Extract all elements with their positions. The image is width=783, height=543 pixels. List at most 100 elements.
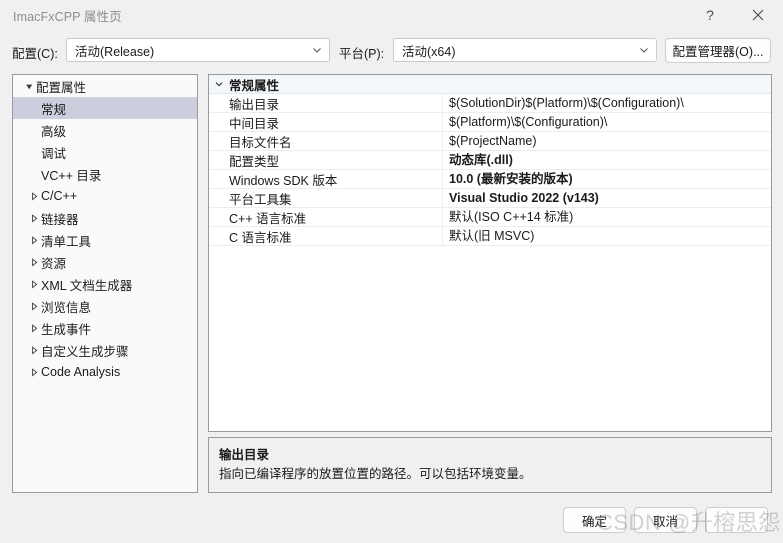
tree-item-label: 链接器 <box>41 212 79 227</box>
help-button[interactable]: ? <box>689 0 731 30</box>
tree-item-label: 调试 <box>41 146 67 161</box>
twisty-collapsed-icon <box>31 301 37 311</box>
tree-item[interactable]: Code Analysis <box>13 361 197 383</box>
property-group-header[interactable]: 常规属性 <box>209 75 771 94</box>
twisty-collapsed[interactable] <box>27 213 41 223</box>
twisty-collapsed[interactable] <box>27 257 41 267</box>
configuration-manager-button[interactable]: 配置管理器(O)... <box>665 38 771 63</box>
description-body: 指向已编译程序的放置位置的路径。可以包括环境变量。 <box>219 467 532 481</box>
twisty-expanded[interactable] <box>22 82 36 91</box>
tree-item[interactable]: 自定义生成步骤 <box>13 339 197 361</box>
description-pane: 输出目录 指向已编译程序的放置位置的路径。可以包括环境变量。 <box>208 437 772 493</box>
property-name: C 语言标准 <box>229 230 292 245</box>
tree-item[interactable]: 清单工具 <box>13 229 197 251</box>
title-bar: ImacFxCPP 属性页 <box>0 0 783 30</box>
property-name: C++ 语言标准 <box>229 211 307 226</box>
twisty-collapsed[interactable] <box>27 323 41 333</box>
property-row[interactable]: 平台工具集 Visual Studio 2022 (v143) <box>209 188 771 208</box>
cancel-button[interactable]: 取消 <box>634 507 697 533</box>
twisty-collapsed-icon <box>31 345 37 355</box>
tree-item-label: Code Analysis <box>41 365 121 379</box>
property-name: 平台工具集 <box>229 192 292 207</box>
ok-button[interactable]: 确定 <box>563 507 626 533</box>
property-row[interactable]: C 语言标准 默认(旧 MSVC) <box>209 226 771 246</box>
tree-item[interactable]: 高级 <box>13 119 197 141</box>
property-name: 输出目录 <box>229 97 280 112</box>
twisty-collapsed-icon <box>31 257 37 267</box>
tree-item[interactable]: 常规 <box>13 97 197 119</box>
property-grid[interactable]: 常规属性输出目录 $(SolutionDir)$(Platform)\$(Conf… <box>208 74 772 432</box>
close-button[interactable] <box>737 0 779 30</box>
twisty-expanded-icon <box>25 84 32 89</box>
tree-item-label: 配置属性 <box>36 80 87 95</box>
tree-item-label: C/C++ <box>41 189 78 203</box>
tree-item[interactable]: VC++ 目录 <box>13 163 197 185</box>
property-name: 配置类型 <box>229 154 280 169</box>
property-row[interactable]: Windows SDK 版本 10.0 (最新安装的版本) <box>209 169 771 189</box>
page-title: ImacFxCPP 属性页 <box>13 9 122 24</box>
tree-item[interactable]: XML 文档生成器 <box>13 273 197 295</box>
property-name: 目标文件名 <box>229 135 292 150</box>
tree-item[interactable]: 浏览信息 <box>13 295 197 317</box>
twisty-collapsed-icon <box>31 367 37 377</box>
tree-item[interactable]: C/C++ <box>13 185 197 207</box>
tree-item-label: 常规 <box>41 102 67 117</box>
tree-item[interactable]: 资源 <box>13 251 197 273</box>
chevron-down-icon[interactable] <box>209 79 229 89</box>
platform-label: 平台(P): <box>339 47 385 61</box>
configuration-combo-value: 活动(Release) <box>75 44 155 59</box>
tree-item[interactable]: 生成事件 <box>13 317 197 339</box>
twisty-collapsed-icon <box>31 235 37 245</box>
tree-item-label: VC++ 目录 <box>41 168 102 183</box>
property-row[interactable]: 输出目录 $(SolutionDir)$(Platform)\$(Configur… <box>209 93 771 113</box>
chevron-down-icon <box>640 48 648 53</box>
tree-item[interactable]: 调试 <box>13 141 197 163</box>
tree-item[interactable]: 链接器 <box>13 207 197 229</box>
tree-item-label: 生成事件 <box>41 322 92 337</box>
property-value[interactable]: 动态库(.dll) <box>442 150 771 170</box>
twisty-collapsed[interactable] <box>27 235 41 245</box>
configuration-combo[interactable]: 活动(Release) <box>66 38 330 62</box>
property-row[interactable]: 目标文件名 $(ProjectName) <box>209 131 771 151</box>
tree-item-label: 资源 <box>41 256 67 271</box>
property-group-label: 常规属性 <box>229 78 280 93</box>
property-value[interactable]: Visual Studio 2022 (v143) <box>442 188 771 208</box>
property-name: Windows SDK 版本 <box>229 173 338 188</box>
tree-item-label: XML 文档生成器 <box>41 278 133 293</box>
property-value[interactable]: 默认(ISO C++14 标准) <box>442 207 771 227</box>
twisty-collapsed[interactable] <box>27 279 41 289</box>
property-value[interactable]: 默认(旧 MSVC) <box>442 226 771 246</box>
tree-item-label: 高级 <box>41 124 67 139</box>
tree-item-label: 浏览信息 <box>41 300 92 315</box>
platform-combo-value: 活动(x64) <box>402 44 456 59</box>
property-value[interactable]: $(ProjectName) <box>442 131 771 151</box>
twisty-collapsed[interactable] <box>27 191 41 201</box>
property-row[interactable]: C++ 语言标准 默认(ISO C++14 标准) <box>209 207 771 227</box>
question-mark-icon: ? <box>706 7 714 23</box>
property-group-spacer <box>442 75 771 94</box>
configuration-bar: 配置(C): 活动(Release) 平台(P): 活动(x64) 配置管理器(… <box>0 30 783 70</box>
close-icon <box>752 9 764 21</box>
description-title: 输出目录 <box>219 448 270 462</box>
chevron-down-icon <box>313 48 321 53</box>
twisty-collapsed-icon <box>31 323 37 333</box>
property-name: 中间目录 <box>229 116 280 131</box>
tree-item[interactable]: 配置属性 <box>13 75 197 97</box>
property-row[interactable]: 配置类型 动态库(.dll) <box>209 150 771 170</box>
twisty-collapsed-icon <box>31 279 37 289</box>
property-value[interactable]: 10.0 (最新安装的版本) <box>442 169 771 189</box>
property-category-tree[interactable]: 配置属性常规高级调试 VC++ 目录 C/C++ 链接器清单工具资源 XML 文档生成器… <box>12 74 198 493</box>
property-value[interactable]: $(SolutionDir)$(Platform)\$(Configuratio… <box>442 93 771 113</box>
tree-item-label: 自定义生成步骤 <box>41 344 129 359</box>
property-value[interactable]: $(Platform)\$(Configuration)\ <box>442 112 771 132</box>
apply-button[interactable] <box>705 507 768 533</box>
platform-combo[interactable]: 活动(x64) <box>393 38 657 62</box>
tree-item-label: 清单工具 <box>41 234 92 249</box>
twisty-collapsed[interactable] <box>27 345 41 355</box>
twisty-collapsed[interactable] <box>27 301 41 311</box>
configuration-label: 配置(C): <box>12 47 58 61</box>
twisty-collapsed-icon <box>31 213 37 223</box>
property-row[interactable]: 中间目录 $(Platform)\$(Configuration)\ <box>209 112 771 132</box>
twisty-collapsed[interactable] <box>27 367 41 377</box>
twisty-collapsed-icon <box>31 191 37 201</box>
